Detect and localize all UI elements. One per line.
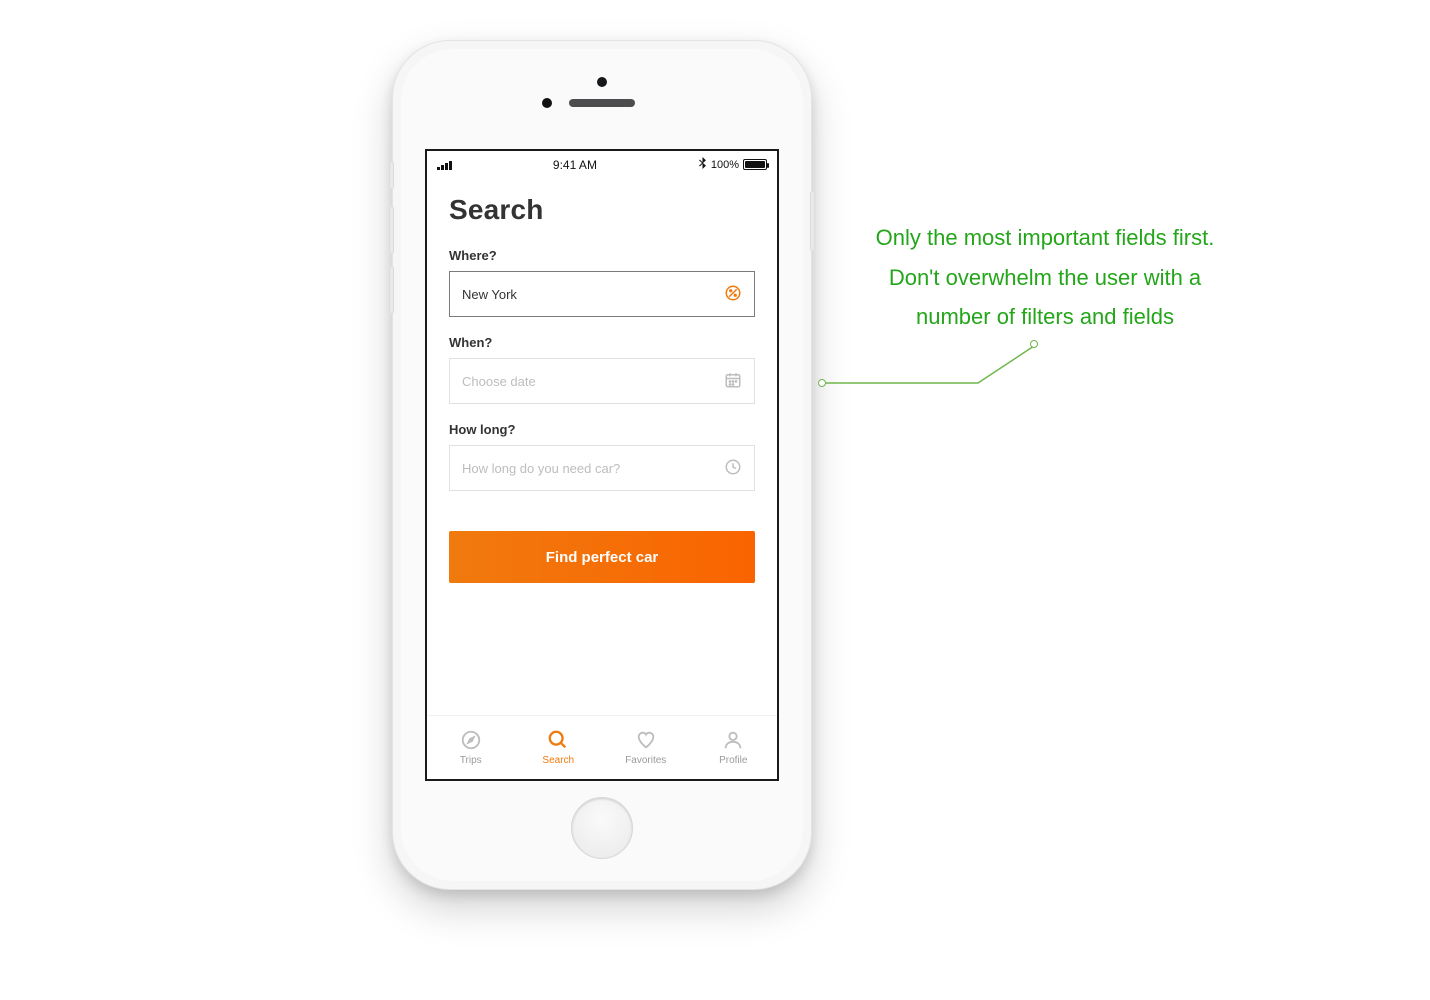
where-label: Where? bbox=[449, 248, 755, 263]
phone-device: 9:41 AM 100% Search Where? New York bbox=[392, 40, 812, 890]
proximity-sensor bbox=[542, 98, 552, 108]
tab-favorites-label: Favorites bbox=[625, 755, 666, 766]
howlong-input[interactable]: How long do you need car? bbox=[449, 445, 755, 491]
howlong-placeholder: How long do you need car? bbox=[462, 461, 620, 476]
battery-text: 100% bbox=[711, 159, 739, 171]
tab-trips[interactable]: Trips bbox=[427, 716, 515, 779]
annotation-dot-end bbox=[1030, 340, 1038, 348]
howlong-label: How long? bbox=[449, 422, 755, 437]
clock-icon bbox=[724, 458, 742, 479]
battery-icon bbox=[743, 159, 767, 170]
when-label: When? bbox=[449, 335, 755, 350]
tab-profile[interactable]: Profile bbox=[690, 716, 778, 779]
mute-switch bbox=[389, 161, 394, 189]
find-car-button[interactable]: Find perfect car bbox=[449, 531, 755, 583]
tab-trips-label: Trips bbox=[460, 755, 482, 766]
phone-speaker bbox=[569, 99, 635, 107]
when-placeholder: Choose date bbox=[462, 374, 536, 389]
screen: 9:41 AM 100% Search Where? New York bbox=[425, 149, 779, 781]
find-car-label: Find perfect car bbox=[546, 549, 659, 566]
tab-favorites[interactable]: Favorites bbox=[602, 716, 690, 779]
compass-icon bbox=[460, 729, 482, 751]
power-button bbox=[810, 191, 815, 251]
content: Search Where? New York bbox=[427, 176, 777, 583]
volume-down-button bbox=[389, 266, 394, 314]
where-input[interactable]: New York bbox=[449, 271, 755, 317]
calendar-icon bbox=[724, 371, 742, 392]
where-group: Where? New York bbox=[449, 248, 755, 317]
where-value: New York bbox=[462, 287, 517, 302]
signal-icon bbox=[437, 160, 452, 170]
home-button[interactable] bbox=[571, 797, 633, 859]
annotation-leader bbox=[818, 340, 1048, 400]
location-icon bbox=[724, 284, 742, 305]
heart-icon bbox=[635, 729, 657, 751]
status-bar: 9:41 AM 100% bbox=[427, 151, 777, 176]
statusbar-time: 9:41 AM bbox=[553, 158, 597, 172]
search-icon bbox=[547, 729, 569, 751]
volume-up-button bbox=[389, 206, 394, 254]
when-group: When? Choose date bbox=[449, 335, 755, 404]
tab-profile-label: Profile bbox=[719, 755, 747, 766]
bluetooth-icon bbox=[698, 157, 707, 172]
annotation-text: Only the most important fields first. Do… bbox=[860, 218, 1230, 337]
tab-bar: Trips Search Favorites bbox=[427, 715, 777, 779]
when-input[interactable]: Choose date bbox=[449, 358, 755, 404]
tab-search-label: Search bbox=[542, 755, 574, 766]
profile-icon bbox=[722, 729, 744, 751]
page-title: Search bbox=[449, 194, 755, 226]
howlong-group: How long? How long do you need car? bbox=[449, 422, 755, 491]
annotation-dot-start bbox=[818, 379, 826, 387]
tab-search[interactable]: Search bbox=[515, 716, 603, 779]
phone-camera bbox=[597, 77, 607, 87]
